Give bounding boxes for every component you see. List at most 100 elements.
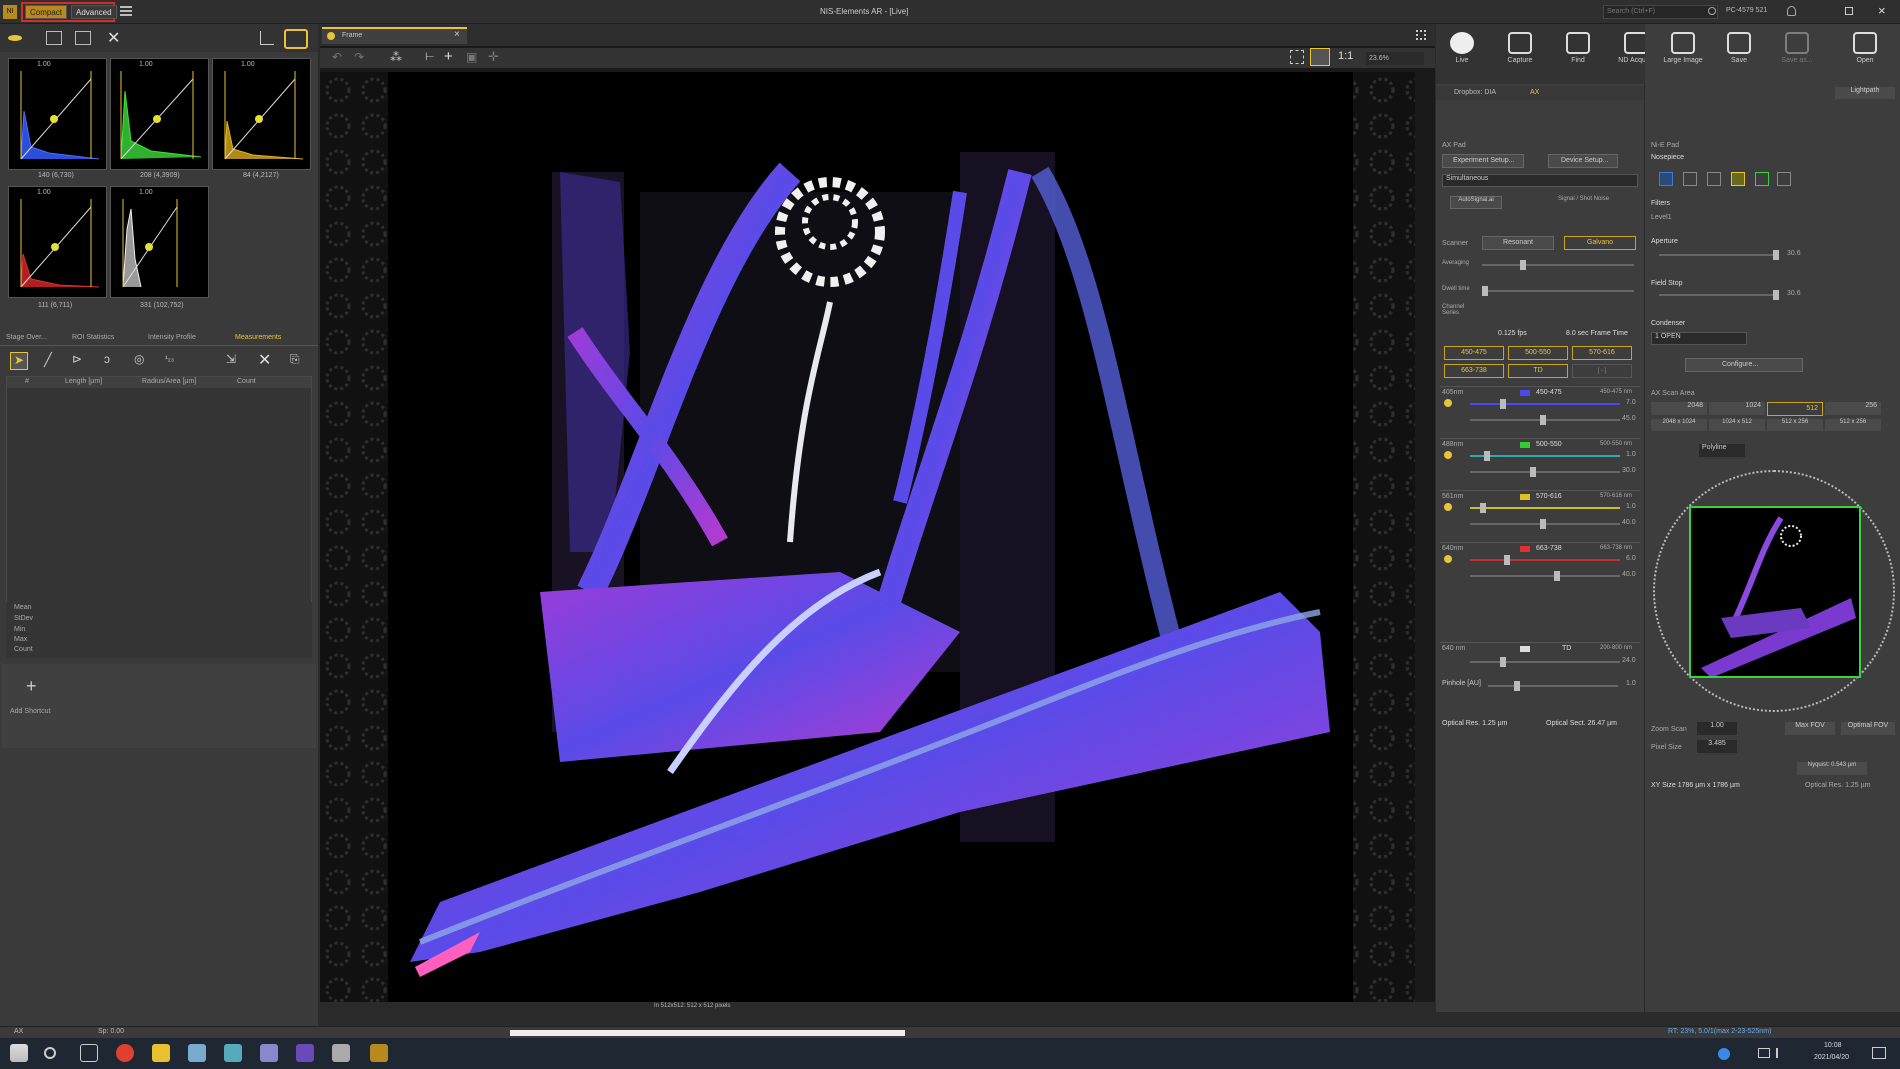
channel-405[interactable]: 405nm 450-475 450-475 nm 7.0 45.0 xyxy=(1440,386,1640,430)
advanced-mode-button[interactable]: Advanced xyxy=(71,5,117,19)
gain-value[interactable]: 30.0 xyxy=(1622,467,1636,474)
reset-icon[interactable]: ✕ xyxy=(107,28,120,48)
zoom-scan-input[interactable]: 1.00 xyxy=(1697,722,1737,735)
channel-561[interactable]: 561nm 570-616 570-616 nm 1.0 40.0 xyxy=(1440,490,1640,534)
laser-on-icon[interactable] xyxy=(1444,399,1452,407)
gain-knob[interactable] xyxy=(1554,571,1560,581)
gain-knob[interactable] xyxy=(1540,519,1546,529)
gain-slider[interactable] xyxy=(1470,571,1620,581)
lut-red[interactable]: 1.00 xyxy=(8,186,107,298)
objective-4[interactable] xyxy=(1731,172,1745,186)
optimal-fov-button[interactable]: Optimal FOV xyxy=(1841,722,1895,735)
tab-roi-statistics[interactable]: ROI Statistics xyxy=(72,334,114,341)
scan-size-2048[interactable]: 2048 xyxy=(1651,402,1707,415)
col-index[interactable]: # xyxy=(25,378,29,385)
auto-scale-icon[interactable] xyxy=(46,31,62,45)
field-stop-value[interactable]: 30.6 xyxy=(1787,290,1801,297)
scan-field-preview[interactable] xyxy=(1653,470,1895,712)
channel-td[interactable]: 640 nm TD 200-800 nm 24.0 xyxy=(1440,642,1640,672)
filter-570-616[interactable]: 570-616 xyxy=(1572,346,1632,360)
gain-slider[interactable] xyxy=(1470,467,1620,477)
tab-measurements[interactable]: Measurements xyxy=(235,334,281,341)
lut-yellow[interactable]: 1.00 xyxy=(212,58,311,170)
laser-value[interactable]: 1.0 xyxy=(1626,451,1636,458)
gain-value[interactable]: 40.0 xyxy=(1622,519,1636,526)
zoom-select[interactable]: 23.6% xyxy=(1366,52,1424,65)
gain-value[interactable]: 24.0 xyxy=(1622,657,1636,664)
laser-on-icon[interactable] xyxy=(1444,451,1452,459)
user-icon[interactable] xyxy=(1787,6,1796,16)
add-shortcut-label[interactable]: Add Shortcut xyxy=(10,708,50,715)
taskbar-search-icon[interactable] xyxy=(44,1047,56,1059)
laser-on-icon[interactable] xyxy=(1444,555,1452,563)
crosshair-icon[interactable]: + xyxy=(444,48,453,65)
filter-450-475[interactable]: 450-475 xyxy=(1444,346,1504,360)
polyline-icon[interactable]: ⊳ xyxy=(72,352,82,366)
curve-icon[interactable] xyxy=(260,31,274,45)
scan-field-image[interactable] xyxy=(1689,506,1861,678)
gain-slider[interactable] xyxy=(1470,415,1620,425)
field-stop-knob[interactable] xyxy=(1773,290,1779,300)
laser-slider[interactable] xyxy=(1470,399,1620,409)
laser-knob[interactable] xyxy=(1500,399,1506,409)
aperture-value[interactable]: 30.6 xyxy=(1787,250,1801,257)
move-icon[interactable]: ✛ xyxy=(488,49,499,65)
image-canvas[interactable] xyxy=(320,72,1415,1002)
tray-app-icon[interactable] xyxy=(1718,1048,1730,1060)
undo-icon[interactable]: ↶ xyxy=(332,50,342,64)
pinhole-value[interactable]: 1.0 xyxy=(1626,680,1636,687)
large-image-button[interactable]: Large Image xyxy=(1657,32,1709,64)
scale-bar-icon[interactable]: ⊢ xyxy=(425,50,435,63)
clock-time[interactable]: 10:08 xyxy=(1824,1042,1842,1049)
close-icon[interactable]: × xyxy=(1878,3,1886,18)
objective-5[interactable] xyxy=(1755,172,1769,186)
app-icon-4[interactable] xyxy=(332,1044,350,1062)
field-stop-slider[interactable] xyxy=(1659,290,1779,300)
save-as-button[interactable]: Save as... xyxy=(1771,32,1823,64)
fit-icon[interactable] xyxy=(1290,50,1304,64)
configure-button[interactable]: Configure... xyxy=(1685,358,1803,372)
network-icon[interactable] xyxy=(1758,1048,1770,1058)
filter-663-738[interactable]: 663-738 xyxy=(1444,364,1504,378)
dwell-knob[interactable] xyxy=(1482,286,1488,296)
filter-empty[interactable]: [ - ] xyxy=(1572,364,1632,378)
restore-icon[interactable] xyxy=(1845,7,1853,15)
dwell-slider[interactable] xyxy=(1482,286,1634,296)
compact-mode-button[interactable]: Compact xyxy=(25,5,68,19)
count-tool-icon[interactable]: ¹₂₃ xyxy=(165,354,174,363)
volume-icon[interactable] xyxy=(1776,1048,1784,1058)
laser-slider[interactable] xyxy=(1470,503,1620,513)
pinhole-slider[interactable] xyxy=(1488,681,1618,691)
experiment-setup-button[interactable]: Experiment Setup... xyxy=(1442,154,1524,168)
averaging-slider[interactable] xyxy=(1482,260,1634,270)
chrome-icon[interactable] xyxy=(116,1044,134,1062)
polyline-select[interactable]: Polyline xyxy=(1699,444,1745,457)
scan-rect-512[interactable]: 512 x 256 xyxy=(1767,419,1823,431)
fit-active-icon[interactable] xyxy=(1310,48,1330,66)
col-count[interactable]: Count xyxy=(237,378,256,385)
scanner-speed-select[interactable]: Resonant xyxy=(1482,236,1554,250)
nis-elements-icon[interactable] xyxy=(370,1044,388,1062)
objective-6[interactable] xyxy=(1777,172,1791,186)
lut-green[interactable]: 1.00 xyxy=(110,58,209,170)
roi-icon[interactable]: ▣ xyxy=(466,50,477,64)
condenser-select[interactable]: 1 OPEN xyxy=(1651,332,1747,345)
mode-select[interactable]: Simultaneous xyxy=(1442,174,1638,187)
redo-icon[interactable]: ↷ xyxy=(354,50,364,64)
scan-size-256[interactable]: 256 xyxy=(1825,402,1881,415)
clock-date[interactable]: 2021/04/20 xyxy=(1814,1054,1849,1061)
live-button[interactable]: Live xyxy=(1436,32,1488,64)
ratio-label[interactable]: 1:1 xyxy=(1338,50,1353,62)
notification-icon[interactable] xyxy=(1872,1047,1886,1059)
channel-640[interactable]: 640nm 663-738 663-738 nm 6.0 40.0 xyxy=(1440,542,1640,586)
lut-white[interactable]: 1.00 xyxy=(110,186,209,298)
laser-knob[interactable] xyxy=(1504,555,1510,565)
add-icon[interactable]: + xyxy=(26,676,37,697)
pointer-icon[interactable]: ➤ xyxy=(10,352,28,370)
windows-start-icon[interactable] xyxy=(10,1044,28,1062)
gain-value[interactable]: 40.0 xyxy=(1622,571,1636,578)
menu-icon[interactable] xyxy=(120,6,132,16)
channel-488[interactable]: 488nm 500-550 500-550 nm 1.0 30.0 xyxy=(1440,438,1640,482)
col-length[interactable]: Length [µm] xyxy=(65,378,102,385)
line-icon[interactable]: ╱ xyxy=(44,352,52,368)
